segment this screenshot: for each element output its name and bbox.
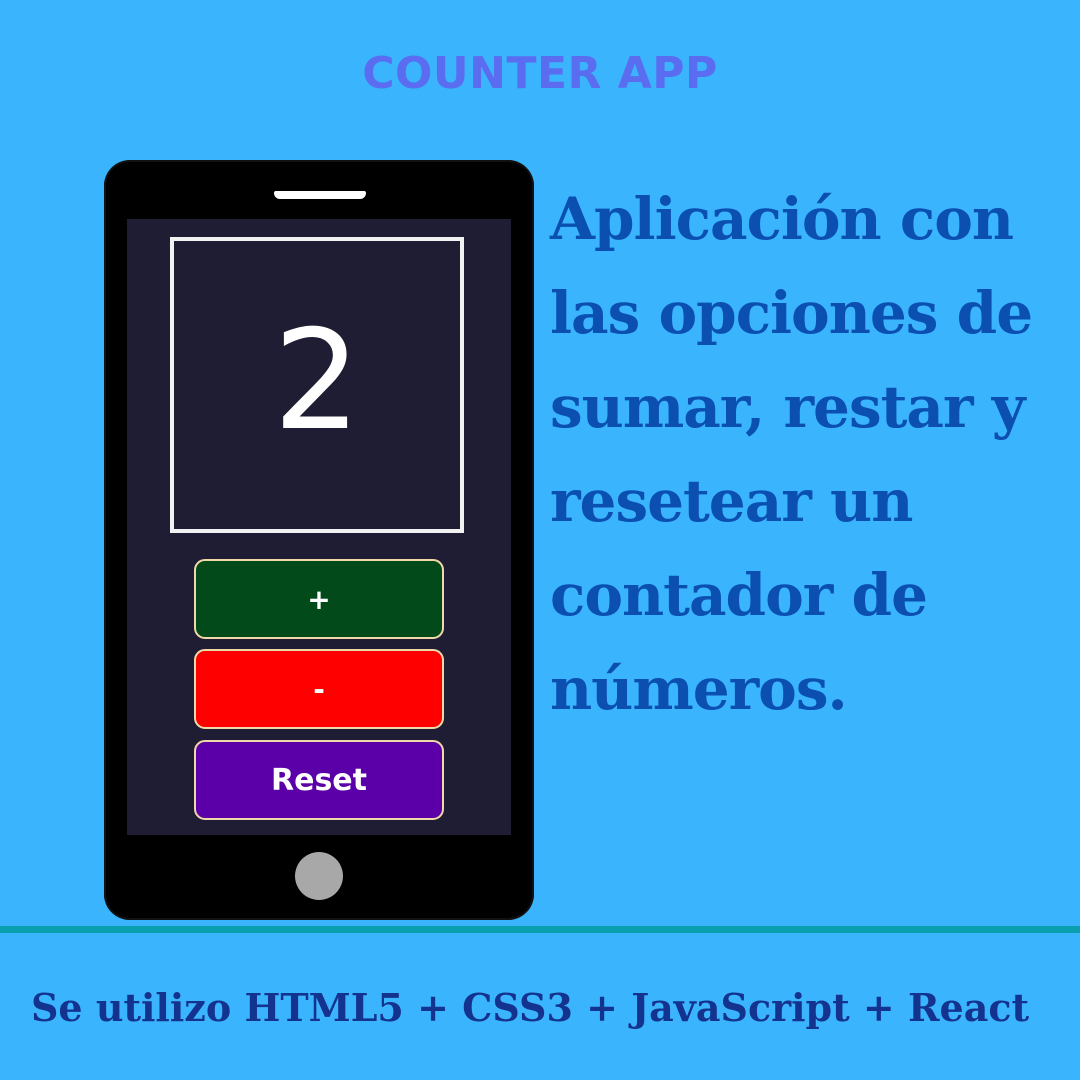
counter-display: 2 — [170, 237, 464, 533]
home-button — [295, 852, 343, 900]
tech-stack-footer: Se utilizo HTML5 + CSS3 + JavaScript + R… — [30, 985, 1030, 1030]
phone-screen: 2 + - Reset — [127, 219, 511, 835]
description-text: Aplicación con las opciones de sumar, re… — [550, 185, 1033, 723]
phone-mockup: 2 + - Reset — [104, 160, 534, 920]
decrement-button[interactable]: - — [194, 649, 444, 729]
phone-speaker — [274, 191, 366, 199]
divider — [0, 926, 1080, 933]
reset-button[interactable]: Reset — [194, 740, 444, 820]
increment-button[interactable]: + — [194, 559, 444, 639]
app-title: COUNTER APP — [362, 48, 718, 99]
counter-value: 2 — [273, 300, 361, 461]
